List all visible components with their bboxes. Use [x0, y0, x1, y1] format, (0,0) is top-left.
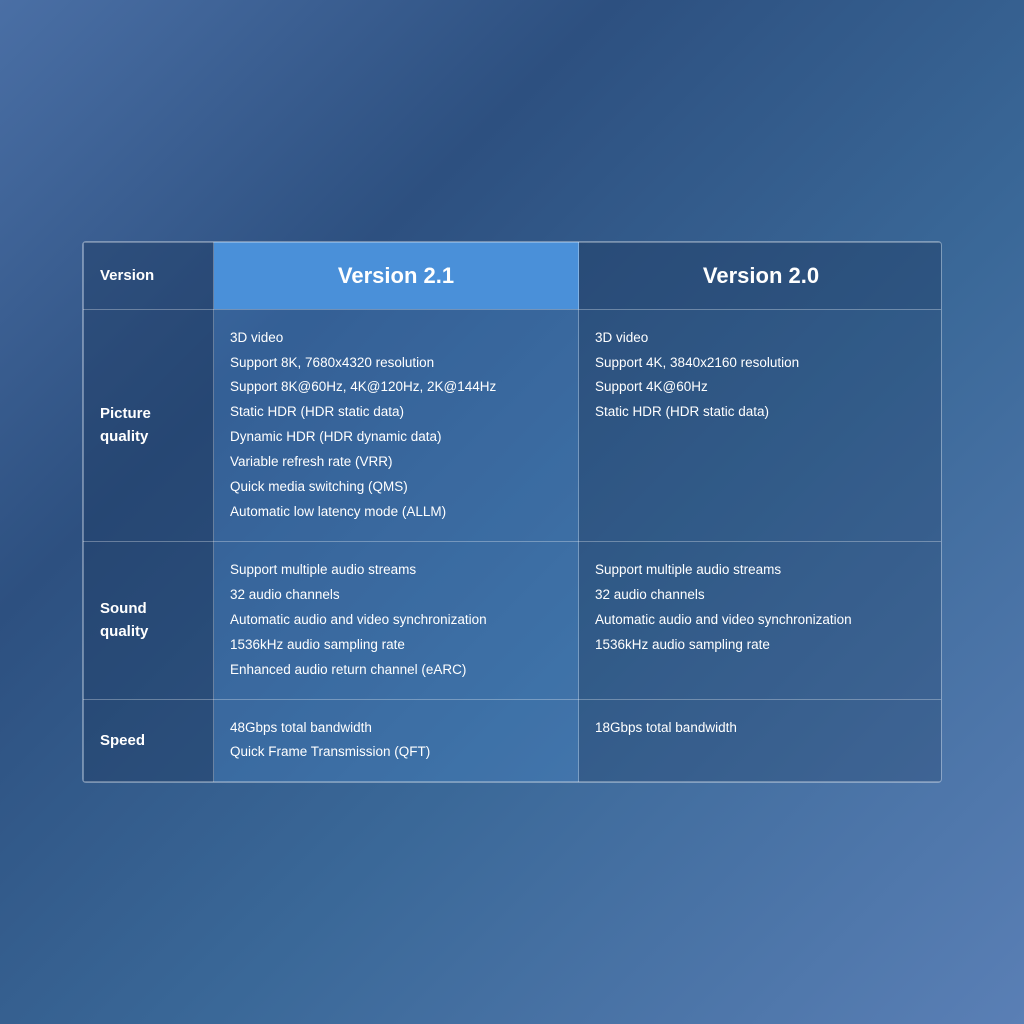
v20-features: 3D video Support 4K, 3840x2160 resolution… [579, 309, 943, 541]
list-item: Automatic audio and video synchronizatio… [230, 610, 562, 631]
row-label: Picture quality [84, 309, 214, 541]
list-item: Enhanced audio return channel (eARC) [230, 660, 562, 681]
list-item: 18Gbps total bandwidth [595, 718, 927, 739]
list-item: Support multiple audio streams [230, 560, 562, 581]
list-item: Dynamic HDR (HDR dynamic data) [230, 427, 562, 448]
list-item: 32 audio channels [595, 585, 927, 606]
list-item: 3D video [595, 328, 927, 349]
list-item: Support 8K@60Hz, 4K@120Hz, 2K@144Hz [230, 377, 562, 398]
list-item: 1536kHz audio sampling rate [595, 635, 927, 656]
comparison-table: Version Version 2.1 Version 2.0 Picture … [82, 241, 942, 784]
table-row: Sound qualitySupport multiple audio stre… [84, 541, 943, 699]
list-item: Support 8K, 7680x4320 resolution [230, 353, 562, 374]
list-item: Static HDR (HDR static data) [230, 402, 562, 423]
v20-features: 18Gbps total bandwidth [579, 699, 943, 782]
list-item: 1536kHz audio sampling rate [230, 635, 562, 656]
list-item: Support 4K@60Hz [595, 377, 927, 398]
table-row: Picture quality 3D video Support 8K, 7680x… [84, 309, 943, 541]
list-item: 48Gbps total bandwidth [230, 718, 562, 739]
version-21-header: Version 2.1 [214, 242, 579, 309]
list-item: Static HDR (HDR static data) [595, 402, 927, 423]
v21-features: 48Gbps total bandwidth Quick Frame Transm… [214, 699, 579, 782]
list-item: Support 4K, 3840x2160 resolution [595, 353, 927, 374]
v20-features: Support multiple audio streams 32 audio c… [579, 541, 943, 699]
list-item: Variable refresh rate (VRR) [230, 452, 562, 473]
version-20-header: Version 2.0 [579, 242, 943, 309]
row-label: Speed [84, 699, 214, 782]
row-label: Sound quality [84, 541, 214, 699]
list-item: 32 audio channels [230, 585, 562, 606]
version-label: Version [84, 242, 214, 309]
list-item: Automatic low latency mode (ALLM) [230, 502, 562, 523]
header-row: Version Version 2.1 Version 2.0 [84, 242, 943, 309]
list-item: Support multiple audio streams [595, 560, 927, 581]
list-item: Quick Frame Transmission (QFT) [230, 742, 562, 763]
v21-features: 3D video Support 8K, 7680x4320 resolution… [214, 309, 579, 541]
table-row: Speed 48Gbps total bandwidth Quick Frame T… [84, 699, 943, 782]
list-item: Automatic audio and video synchronizatio… [595, 610, 927, 631]
v21-features: Support multiple audio streams 32 audio c… [214, 541, 579, 699]
list-item: Quick media switching (QMS) [230, 477, 562, 498]
list-item: 3D video [230, 328, 562, 349]
